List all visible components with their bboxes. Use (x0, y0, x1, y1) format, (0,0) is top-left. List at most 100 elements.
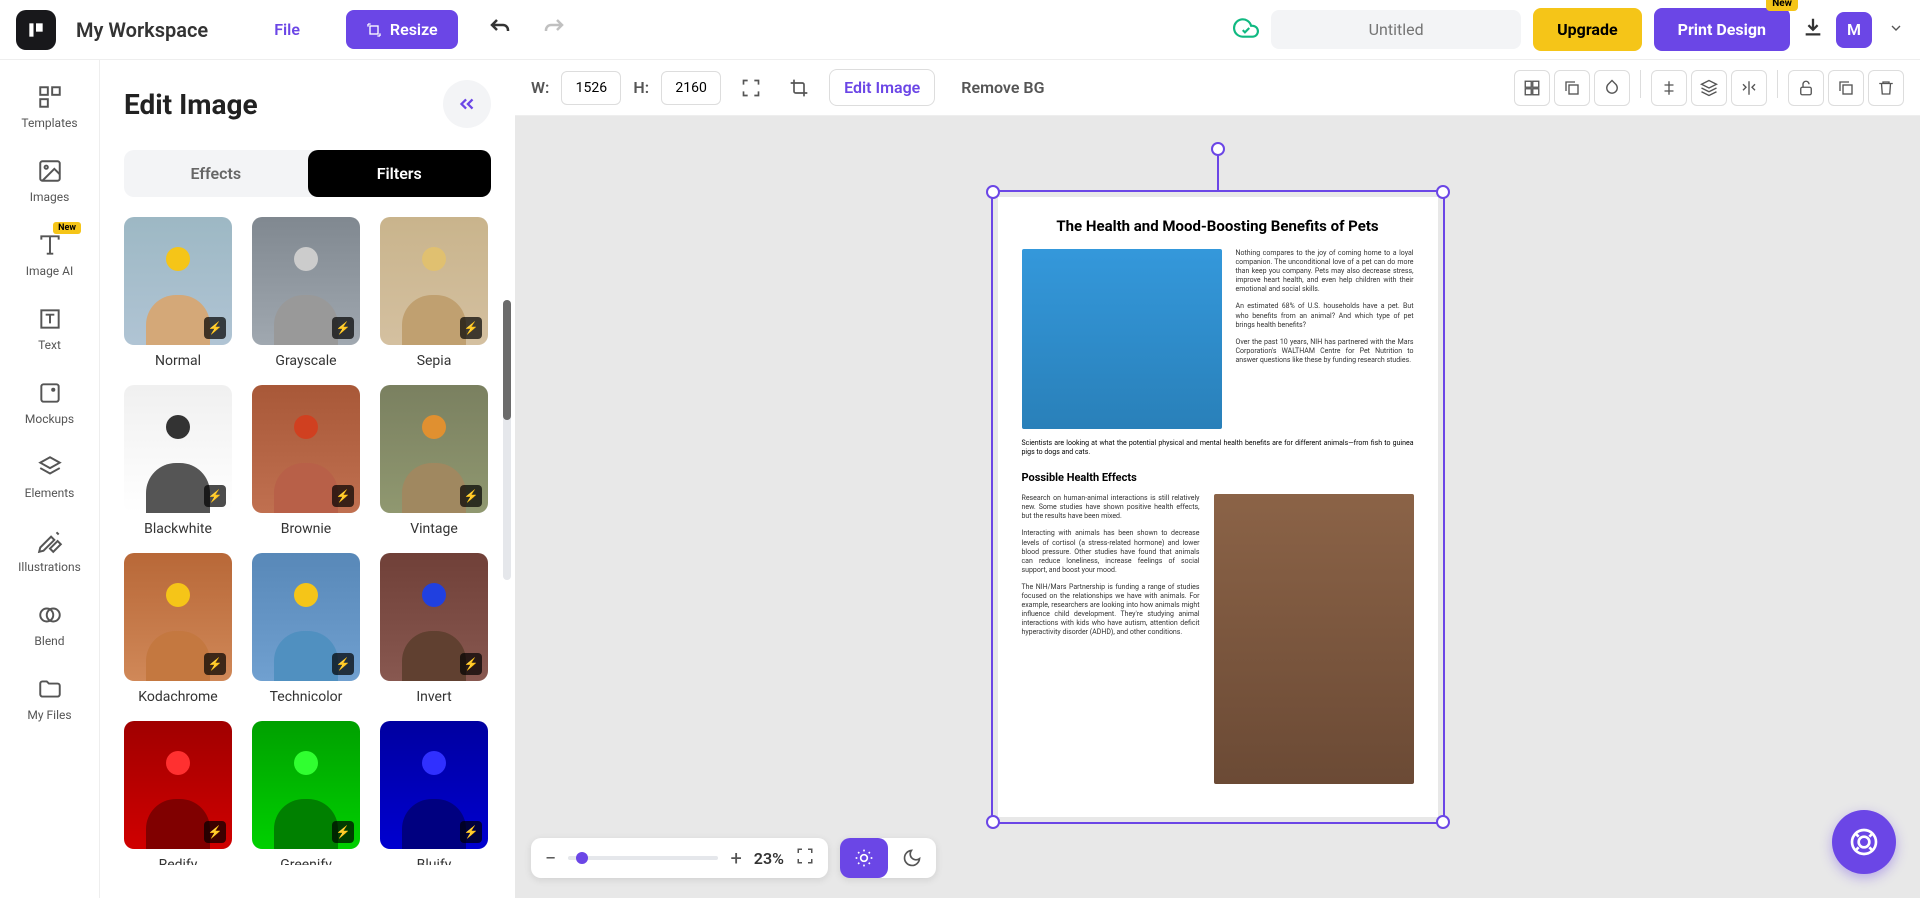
context-toolbar: W: H: Edit Image Remove BG (515, 60, 1920, 116)
panel-tabs: Effects Filters (124, 150, 491, 197)
new-badge: New (53, 222, 81, 234)
tab-filters[interactable]: Filters (308, 150, 492, 197)
tab-effects[interactable]: Effects (124, 150, 308, 197)
align-button[interactable] (1651, 70, 1687, 106)
copy-button[interactable] (1828, 70, 1864, 106)
filter-brownie[interactable]: ⚡Brownie (252, 385, 360, 537)
bolt-icon: ⚡ (332, 317, 354, 339)
bolt-icon: ⚡ (460, 317, 482, 339)
resize-handle-tr[interactable] (1436, 185, 1450, 199)
expand-button[interactable] (733, 70, 769, 106)
bolt-icon: ⚡ (204, 653, 226, 675)
print-design-button[interactable]: Print Design New (1654, 8, 1790, 51)
sidebar-item-text[interactable]: Text (0, 292, 99, 366)
download-button[interactable] (1802, 16, 1824, 44)
filter-grayscale[interactable]: ⚡Grayscale (252, 217, 360, 369)
sidebar-item-illustrations[interactable]: Illustrations (0, 514, 99, 588)
app-logo[interactable] (16, 10, 56, 50)
filter-greenify[interactable]: ⚡Greenify (252, 721, 360, 865)
canvas-viewport[interactable]: The Health and Mood-Boosting Benefits of… (515, 116, 1920, 898)
bolt-icon: ⚡ (332, 653, 354, 675)
document-page[interactable]: The Health and Mood-Boosting Benefits of… (998, 197, 1438, 817)
edit-image-button[interactable]: Edit Image (829, 69, 935, 106)
resize-handle-br[interactable] (1436, 815, 1450, 829)
edit-image-panel: Edit Image Effects Filters ⚡Normal ⚡Gray… (100, 60, 515, 898)
bolt-icon: ⚡ (332, 821, 354, 843)
filter-blackwhite[interactable]: ⚡Blackwhite (124, 385, 232, 537)
remove-bg-button[interactable]: Remove BG (947, 70, 1058, 105)
illustrations-icon (37, 528, 63, 554)
workspace-name[interactable]: My Workspace (76, 18, 208, 42)
sun-icon (854, 848, 874, 868)
bolt-icon: ⚡ (460, 821, 482, 843)
resize-handle-bl[interactable] (986, 815, 1000, 829)
selection-box (991, 190, 1445, 824)
resize-button[interactable]: Resize (346, 10, 458, 49)
position-button[interactable] (1514, 70, 1550, 106)
sidebar-item-templates[interactable]: Templates (0, 70, 99, 144)
scrollbar[interactable] (503, 300, 511, 580)
fullscreen-button[interactable] (796, 846, 814, 870)
duplicate-button[interactable] (1554, 70, 1590, 106)
filter-redify[interactable]: ⚡Redify (124, 721, 232, 865)
width-label: W: (531, 78, 549, 97)
bolt-icon: ⚡ (204, 485, 226, 507)
sidebar-item-image-ai[interactable]: New Image AI (0, 218, 99, 292)
filter-bluify[interactable]: ⚡Bluify (380, 721, 488, 865)
user-menu-chevron[interactable] (1888, 20, 1904, 40)
redo-button[interactable] (542, 16, 566, 44)
sidebar-item-my-files[interactable]: My Files (0, 662, 99, 736)
sidebar-item-images[interactable]: Images (0, 144, 99, 218)
templates-icon (37, 84, 63, 110)
height-label: H: (633, 78, 649, 97)
zoom-in-button[interactable]: + (730, 846, 741, 870)
sidebar-item-mockups[interactable]: Mockups (0, 366, 99, 440)
file-menu[interactable]: File (258, 12, 316, 47)
folder-icon (37, 676, 63, 702)
blend-icon (37, 602, 63, 628)
bottom-bar: − + 23% (531, 838, 936, 878)
sidebar-item-elements[interactable]: Elements (0, 440, 99, 514)
lock-button[interactable] (1788, 70, 1824, 106)
height-input[interactable] (661, 71, 721, 105)
canvas-area: W: H: Edit Image Remove BG (515, 60, 1920, 898)
light-mode-button[interactable] (840, 838, 888, 878)
resize-handle-tl[interactable] (986, 185, 1000, 199)
opacity-button[interactable] (1594, 70, 1630, 106)
filter-vintage[interactable]: ⚡Vintage (380, 385, 488, 537)
moon-icon (902, 848, 922, 868)
panel-title: Edit Image (124, 88, 258, 121)
document-title-input[interactable] (1271, 10, 1521, 49)
chevron-left-double-icon (456, 93, 478, 115)
width-input[interactable] (561, 71, 621, 105)
bolt-icon: ⚡ (332, 485, 354, 507)
undo-button[interactable] (488, 16, 512, 44)
crop-button[interactable] (781, 70, 817, 106)
filter-technicolor[interactable]: ⚡Technicolor (252, 553, 360, 705)
user-avatar[interactable]: M (1836, 12, 1872, 48)
sidebar-item-blend[interactable]: Blend (0, 588, 99, 662)
new-badge: New (1766, 0, 1798, 11)
top-header: My Workspace File Resize Upgrade Print D… (0, 0, 1920, 60)
filter-sepia[interactable]: ⚡Sepia (380, 217, 488, 369)
help-button[interactable] (1832, 810, 1896, 874)
upgrade-button[interactable]: Upgrade (1533, 8, 1642, 51)
dark-mode-button[interactable] (888, 838, 936, 878)
elements-icon (37, 454, 63, 480)
resize-icon (366, 22, 382, 38)
bolt-icon: ⚡ (204, 821, 226, 843)
flip-button[interactable] (1731, 70, 1767, 106)
bolt-icon: ⚡ (460, 485, 482, 507)
rotate-handle[interactable] (1211, 142, 1225, 156)
layers-button[interactable] (1691, 70, 1727, 106)
filter-kodachrome[interactable]: ⚡Kodachrome (124, 553, 232, 705)
delete-button[interactable] (1868, 70, 1904, 106)
zoom-slider[interactable] (568, 856, 718, 860)
zoom-out-button[interactable]: − (545, 846, 556, 870)
filter-invert[interactable]: ⚡Invert (380, 553, 488, 705)
bolt-icon: ⚡ (460, 653, 482, 675)
filter-normal[interactable]: ⚡Normal (124, 217, 232, 369)
collapse-panel-button[interactable] (443, 80, 491, 128)
zoom-panel: − + 23% (531, 838, 828, 878)
filter-grid: ⚡Normal ⚡Grayscale ⚡Sepia ⚡Blackwhite ⚡B… (124, 217, 491, 865)
